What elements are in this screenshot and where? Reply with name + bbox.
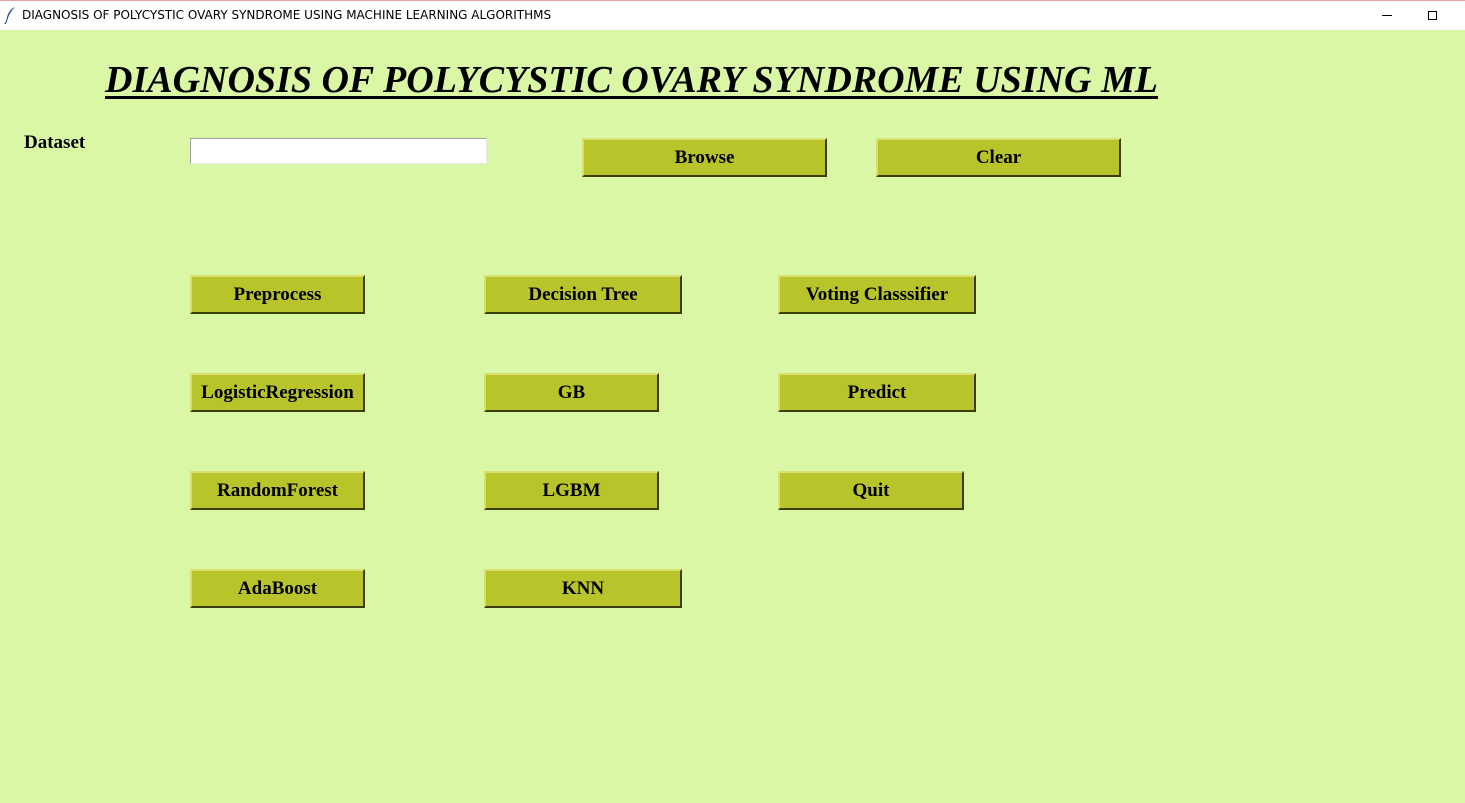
clear-button[interactable]: Clear bbox=[876, 138, 1121, 177]
main-panel: DIAGNOSIS OF POLYCYSTIC OVARY SYNDROME U… bbox=[0, 30, 1465, 803]
title-bar: DIAGNOSIS OF POLYCYSTIC OVARY SYNDROME U… bbox=[0, 0, 1465, 30]
minimize-button[interactable] bbox=[1364, 1, 1410, 30]
random-forest-button[interactable]: RandomForest bbox=[190, 471, 365, 510]
browse-button[interactable]: Browse bbox=[582, 138, 827, 177]
preprocess-button[interactable]: Preprocess bbox=[190, 275, 365, 314]
maximize-icon bbox=[1427, 11, 1437, 20]
predict-button[interactable]: Predict bbox=[778, 373, 976, 412]
knn-button[interactable]: KNN bbox=[484, 569, 682, 608]
decision-tree-button[interactable]: Decision Tree bbox=[484, 275, 682, 314]
feather-icon bbox=[4, 6, 18, 25]
window-title: DIAGNOSIS OF POLYCYSTIC OVARY SYNDROME U… bbox=[22, 8, 552, 22]
page-title: DIAGNOSIS OF POLYCYSTIC OVARY SYNDROME U… bbox=[105, 59, 1158, 101]
quit-button[interactable]: Quit bbox=[778, 471, 964, 510]
gb-button[interactable]: GB bbox=[484, 373, 659, 412]
logistic-regression-button[interactable]: LogisticRegression bbox=[190, 373, 365, 412]
dataset-label: Dataset bbox=[24, 132, 86, 153]
adaboost-button[interactable]: AdaBoost bbox=[190, 569, 365, 608]
app-window: DIAGNOSIS OF POLYCYSTIC OVARY SYNDROME U… bbox=[0, 0, 1465, 803]
maximize-button[interactable] bbox=[1409, 1, 1455, 30]
lgbm-button[interactable]: LGBM bbox=[484, 471, 659, 510]
dataset-path-input[interactable] bbox=[190, 138, 487, 164]
voting-classifier-button[interactable]: Voting Classsifier bbox=[778, 275, 976, 314]
minimize-icon bbox=[1382, 15, 1392, 16]
